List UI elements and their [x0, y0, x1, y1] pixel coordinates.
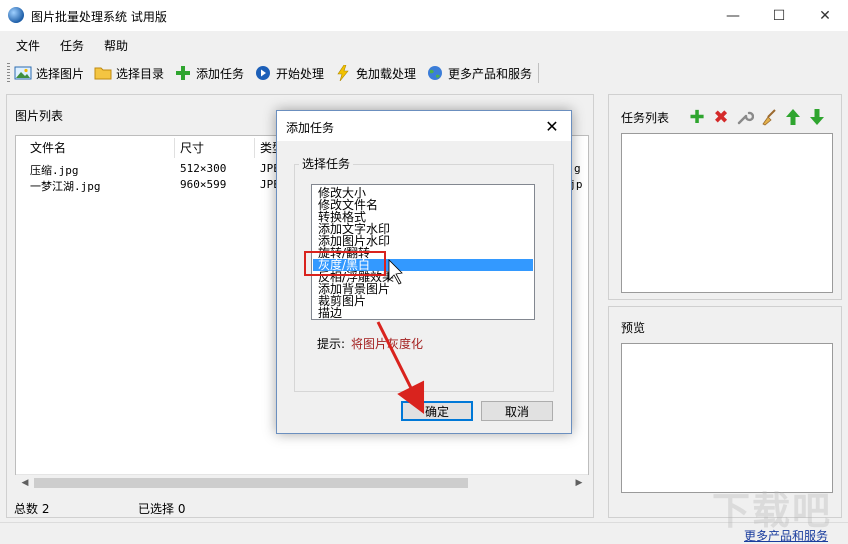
- menu-bar: 文件 任务 帮助: [0, 31, 848, 57]
- maximize-button[interactable]: ☐: [756, 0, 802, 31]
- title-bar: 图片批量处理系统 试用版 — ☐ ✕: [0, 0, 848, 31]
- add-task-button[interactable]: 添加任务: [174, 62, 244, 84]
- group-label: 选择任务: [299, 155, 354, 172]
- row-1-name[interactable]: 压缩.jpg: [30, 162, 79, 178]
- watermark-logo: 下载吧: [712, 489, 833, 533]
- lightning-icon: [334, 64, 352, 82]
- dialog-title: 添加任务: [286, 121, 335, 135]
- row-2-name[interactable]: 一梦江湖.jpg: [30, 178, 101, 194]
- select-image-label: 选择图片: [36, 66, 85, 81]
- broom-icon[interactable]: [759, 107, 779, 127]
- toolbar-grip: [7, 63, 10, 83]
- wrench-icon[interactable]: [735, 107, 755, 127]
- dialog-close-icon[interactable]: ✕: [541, 115, 563, 137]
- column-separator[interactable]: [174, 138, 175, 158]
- add-task-label: 添加任务: [196, 66, 245, 81]
- status-total: 总数 2: [14, 502, 50, 516]
- play-icon: [254, 65, 272, 81]
- row-2-size: 960×599: [180, 178, 227, 191]
- menu-help[interactable]: 帮助: [104, 37, 128, 54]
- toolbar-separator: [538, 63, 539, 83]
- scroll-right-icon[interactable]: ▶: [571, 476, 587, 490]
- start-button[interactable]: 开始处理: [254, 62, 324, 84]
- more-products-button[interactable]: 更多产品和服务: [426, 62, 532, 84]
- add-task-icon[interactable]: ✚: [687, 107, 707, 128]
- toolbar: 选择图片 选择目录 添加任务 开始处理 免加载处理 更多产品和服务: [0, 57, 848, 88]
- status-selected: 已选择 0: [138, 502, 186, 516]
- plus-icon: [174, 65, 192, 81]
- scroll-left-icon[interactable]: ◀: [17, 476, 33, 490]
- no-load-label: 免加载处理: [356, 66, 417, 81]
- dialog-title-bar: 添加任务 ✕: [277, 111, 571, 141]
- window-title: 图片批量处理系统 试用版: [31, 10, 167, 24]
- no-load-button[interactable]: 免加载处理: [334, 62, 416, 84]
- task-list-box[interactable]: [621, 133, 833, 293]
- move-down-icon[interactable]: [807, 107, 827, 127]
- image-icon: [14, 65, 32, 81]
- globe-icon: [426, 65, 444, 81]
- highlight-box: [304, 251, 386, 276]
- start-label: 开始处理: [276, 66, 325, 81]
- minimize-button[interactable]: —: [710, 0, 756, 31]
- folder-icon: [94, 65, 112, 81]
- horizontal-scrollbar[interactable]: ◀ ▶: [16, 474, 588, 490]
- preview-box: [621, 343, 833, 493]
- menu-file[interactable]: 文件: [16, 37, 40, 54]
- ok-button[interactable]: 确定: [401, 401, 473, 421]
- column-separator[interactable]: [254, 138, 255, 158]
- image-list-title: 图片列表: [15, 109, 64, 123]
- row-1-path: g: [574, 162, 581, 175]
- select-dir-label: 选择目录: [116, 66, 165, 81]
- select-image-button[interactable]: 选择图片: [14, 62, 84, 84]
- more-products-label: 更多产品和服务: [448, 66, 533, 81]
- close-button[interactable]: ✕: [802, 0, 848, 31]
- hint-text: 将图片灰度化: [351, 337, 424, 351]
- column-header-size[interactable]: 尺寸: [180, 139, 204, 157]
- task-list-title: 任务列表: [621, 111, 670, 125]
- preview-title: 预览: [621, 321, 646, 335]
- menu-task[interactable]: 任务: [60, 37, 84, 54]
- select-dir-button[interactable]: 选择目录: [94, 62, 164, 84]
- move-up-icon[interactable]: [783, 107, 803, 127]
- scrollbar-thumb[interactable]: [34, 478, 468, 488]
- task-option[interactable]: 描边: [318, 307, 342, 319]
- cancel-button[interactable]: 取消: [481, 401, 553, 421]
- app-icon: [8, 7, 24, 23]
- delete-task-icon[interactable]: ✖: [711, 107, 731, 128]
- task-list-panel: 任务列表 ✚ ✖: [608, 94, 842, 300]
- row-1-size: 512×300: [180, 162, 227, 175]
- hint-label: 提示:: [317, 337, 346, 351]
- column-header-name[interactable]: 文件名: [30, 139, 66, 157]
